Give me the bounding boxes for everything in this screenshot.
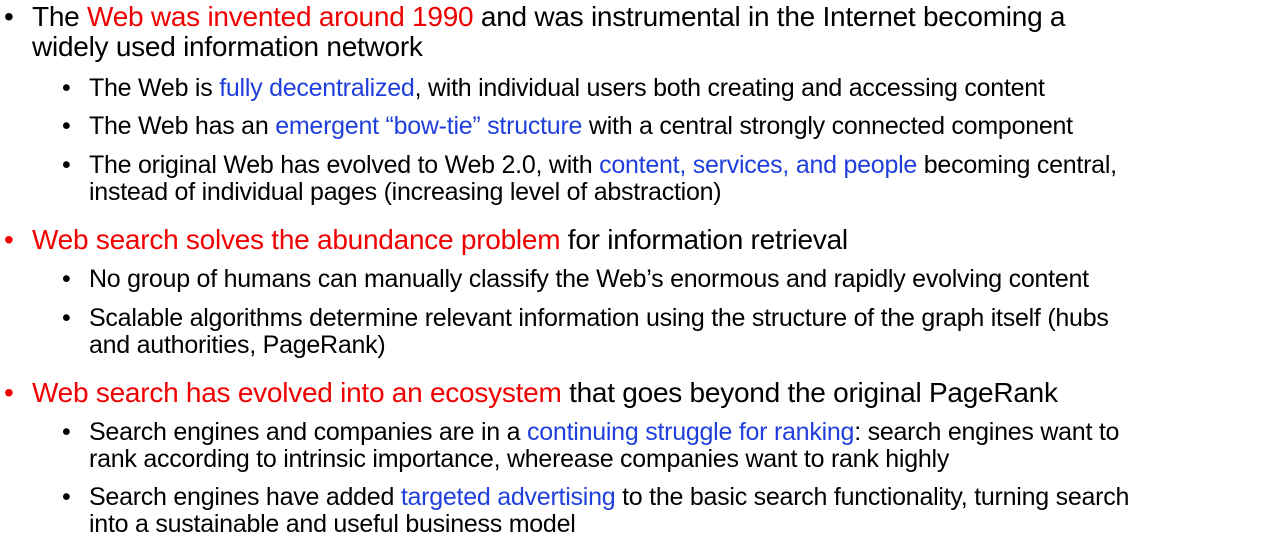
text-segment: The Web is — [89, 74, 220, 102]
bullet-web-invented: • The Web was invented around 1990 and w… — [0, 3, 1265, 61]
sub-bullet-marker: • — [62, 151, 71, 179]
bullet-line: Search engines have added targeted adver… — [89, 484, 1129, 511]
sub-bullet-marker: • — [62, 304, 71, 332]
text-segment: : search engines want to — [854, 418, 1120, 446]
text-segment: No group of humans can manually classify… — [89, 265, 1089, 293]
slide-content: • The Web was invented around 1990 and w… — [0, 0, 1271, 551]
text-segment: rank according to intrinsic importance, … — [89, 445, 950, 473]
text-segment: widely used information network — [32, 31, 423, 62]
sub-bullet-ranking-struggle: • Search engines and companies are in a … — [0, 419, 1265, 475]
text-segment-highlight: targeted advertising — [400, 483, 616, 511]
bullet-line: Web search solves the abundance problem … — [32, 226, 848, 254]
bullet-line: widely used information network — [32, 33, 423, 61]
text-segment: for information retrieval — [560, 224, 848, 255]
text-segment-highlight: Web was invented around 1990 — [87, 1, 474, 32]
text-segment: instead of individual pages (increasing … — [89, 178, 722, 206]
bullet-line: and authorities, PageRank) — [89, 331, 386, 359]
bullet-line: Scalable algorithms determine relevant i… — [89, 305, 1109, 332]
sub-bullet-marker: • — [62, 418, 71, 446]
text-segment: into a sustainable and useful business m… — [89, 510, 576, 538]
bullet-line: The original Web has evolved to Web 2.0,… — [89, 152, 1117, 179]
text-segment: The Web has an — [89, 112, 276, 140]
text-segment: The — [32, 1, 88, 32]
text-segment: becoming central, — [917, 151, 1117, 179]
text-segment-highlight: content, services, and people — [599, 151, 918, 179]
text-segment: The original Web has evolved to Web 2.0,… — [89, 151, 600, 179]
bullet-line: rank according to intrinsic importance, … — [89, 446, 949, 473]
bullet-line: instead of individual pages (increasing … — [89, 178, 722, 206]
text-segment: , with individual users both creating an… — [414, 74, 1045, 102]
bullet-marker: • — [4, 224, 14, 255]
sub-bullet-marker: • — [62, 74, 71, 102]
bullet-web-search-abundance: • Web search solves the abundance proble… — [0, 226, 1265, 258]
bullet-line: Search engines and companies are in a co… — [89, 419, 1119, 446]
sub-bullet-manual-classify: • No group of humans can manually classi… — [0, 266, 1265, 296]
text-segment: Search engines have added — [89, 483, 401, 511]
text-segment-highlight: fully decentralized — [219, 74, 415, 102]
bullet-marker: • — [4, 377, 14, 408]
sub-bullet-decentralized: • The Web is fully decentralized, with i… — [0, 75, 1265, 105]
text-segment-highlight: continuing struggle for ranking — [527, 418, 855, 446]
text-segment-highlight: Web search has evolved into an ecosystem — [32, 377, 562, 408]
bullet-line: The Web has an emergent “bow-tie” struct… — [89, 113, 1073, 140]
text-segment-highlight: emergent “bow-tie” structure — [275, 112, 583, 140]
sub-bullet-web-2-0: • The original Web has evolved to Web 2.… — [0, 152, 1265, 208]
text-segment: and was instrumental in the Internet bec… — [473, 1, 1066, 32]
sub-bullet-marker: • — [62, 483, 71, 511]
sub-bullet-targeted-advertising: • Search engines have added targeted adv… — [0, 484, 1265, 540]
text-segment: with a central strongly connected compon… — [582, 112, 1073, 140]
sub-bullet-bow-tie: • The Web has an emergent “bow-tie” stru… — [0, 113, 1265, 143]
bullet-line: No group of humans can manually classify… — [89, 266, 1089, 293]
bullet-line: Web search has evolved into an ecosystem… — [32, 379, 1058, 407]
text-segment: to the basic search functionality, turni… — [615, 483, 1130, 511]
sub-bullet-marker: • — [62, 112, 71, 140]
bullet-line: The Web is fully decentralized, with ind… — [89, 75, 1045, 102]
sub-bullet-marker: • — [62, 265, 71, 293]
text-segment-highlight: Web search solves the abundance problem — [32, 224, 561, 255]
sub-bullet-scalable-algorithms: • Scalable algorithms determine relevant… — [0, 305, 1265, 361]
bullet-line: into a sustainable and useful business m… — [89, 511, 576, 538]
bullet-line: The Web was invented around 1990 and was… — [32, 3, 1065, 31]
text-segment: Search engines and companies are in a — [89, 418, 528, 446]
text-segment: Scalable algorithms determine relevant i… — [89, 304, 1109, 332]
bullet-web-search-ecosystem: • Web search has evolved into an ecosyst… — [0, 379, 1265, 411]
text-segment: and authorities, PageRank) — [89, 331, 386, 359]
bullet-marker: • — [4, 1, 14, 32]
text-segment: that goes beyond the original PageRank — [561, 377, 1058, 408]
